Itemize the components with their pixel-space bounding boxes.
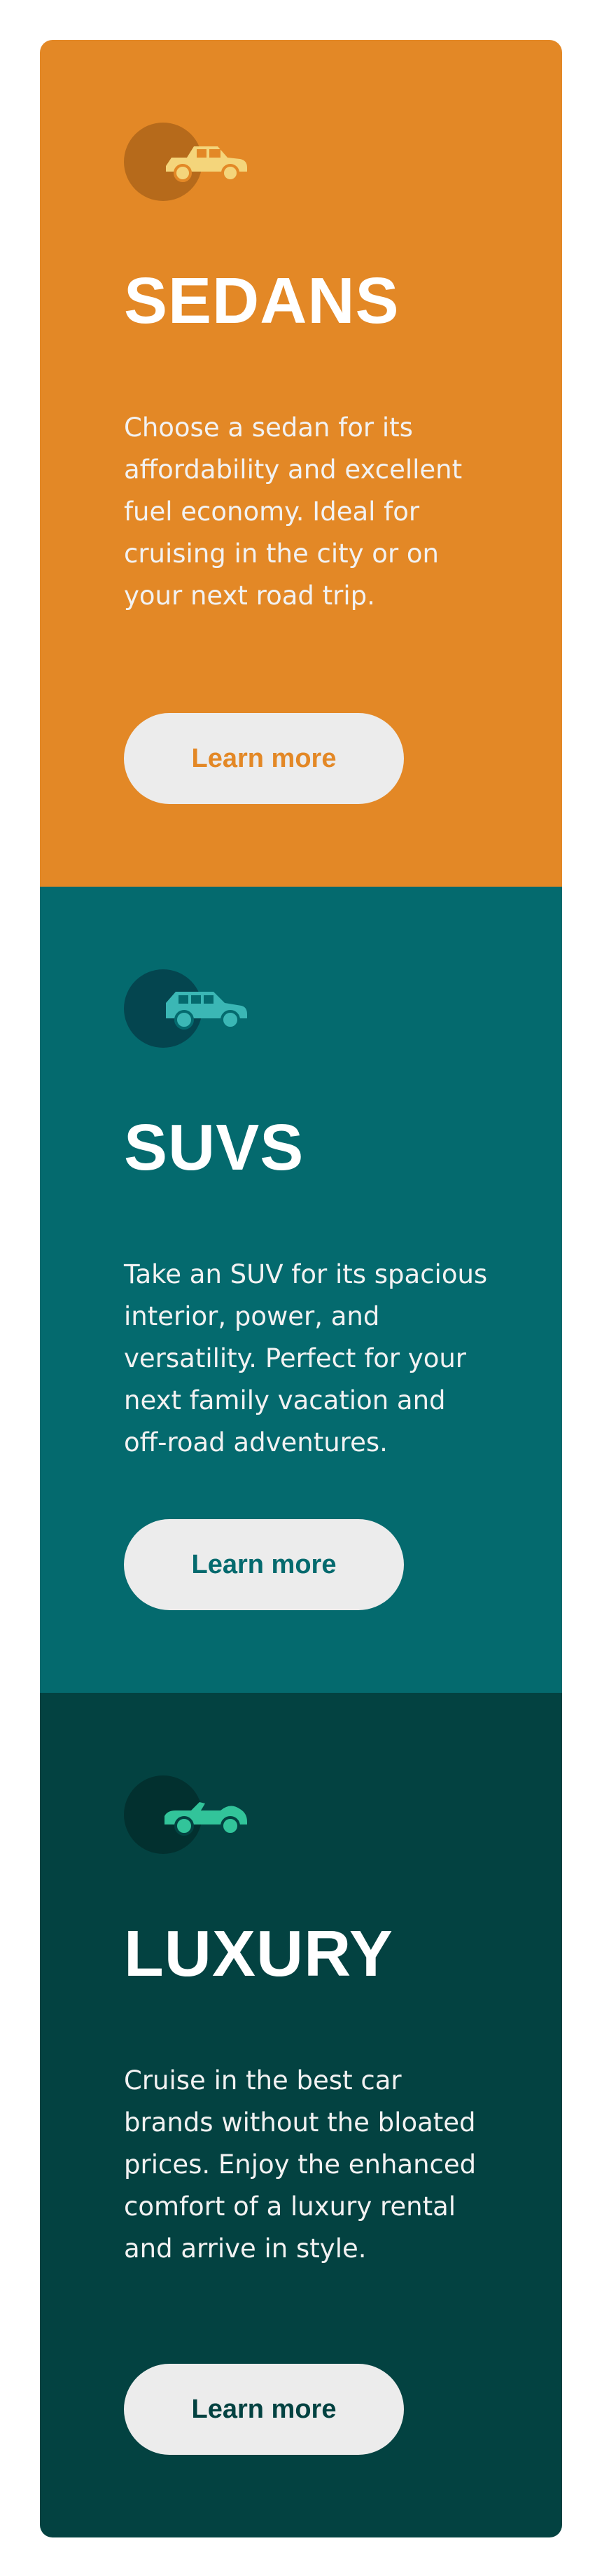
card-title: SEDANS [124,264,400,337]
learn-more-button[interactable]: Learn more [124,713,404,804]
convertible-car-icon [124,1775,250,1854]
card-title: LUXURY [124,1917,393,1990]
card-description: Take an SUV for its spacious interior, p… [124,1259,488,1457]
suv-car-icon [124,969,250,1048]
card-title: SUVS [124,1111,304,1184]
suv-car-icon-graphic [166,992,247,1030]
car-categories-cards: SEDANS Choose a sedan for its affordabil… [40,40,562,2537]
card-sedans: SEDANS Choose a sedan for its affordabil… [40,40,562,887]
card-luxury: LUXURY Cruise in the best car brands wit… [40,1693,562,2537]
convertible-car-icon-graphic [164,1802,247,1836]
card-description: Choose a sedan for its affordability and… [124,413,463,611]
sedan-car-icon [124,123,250,201]
learn-more-button[interactable]: Learn more [124,1519,404,1610]
card-description: Cruise in the best car brands without th… [124,2065,477,2264]
sedan-car-icon-graphic [166,146,247,182]
card-suvs: SUVS Take an SUV for its spacious interi… [40,887,562,1693]
learn-more-button[interactable]: Learn more [124,2364,404,2455]
